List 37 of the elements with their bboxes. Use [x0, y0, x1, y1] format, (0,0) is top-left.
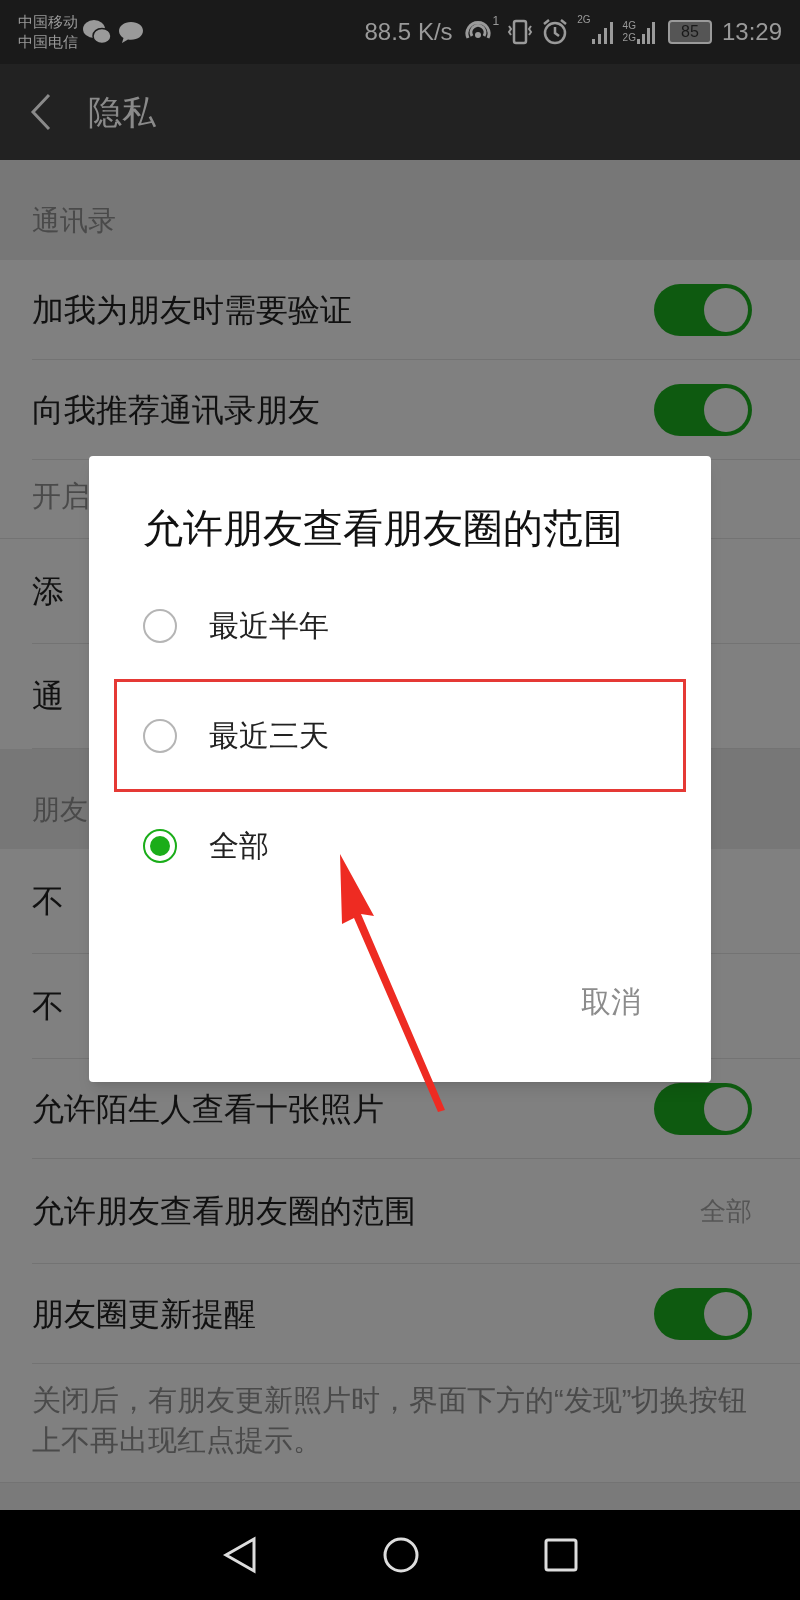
radio-option[interactable]: 全部 — [143, 792, 657, 899]
setting-label: 向我推荐通讯录朋友 — [32, 390, 320, 430]
toggle-switch[interactable] — [654, 383, 752, 436]
toggle-switch[interactable] — [654, 283, 752, 336]
network-type: 4G — [622, 20, 636, 32]
carrier-text: 中国移动 — [18, 12, 78, 32]
setting-label: 不 — [32, 882, 64, 921]
home-nav-icon[interactable] — [382, 1536, 420, 1574]
back-nav-icon[interactable] — [222, 1536, 258, 1574]
signal-icon — [590, 19, 615, 45]
network-speed: 88.5 K/s — [364, 17, 453, 47]
toggle-switch[interactable] — [654, 1287, 752, 1340]
setting-label: 不 — [32, 987, 64, 1026]
radio-option[interactable]: 最近三天 — [143, 682, 657, 789]
clock-time: 13:29 — [721, 17, 782, 47]
sim-number: 1 — [492, 13, 500, 30]
radio-button[interactable] — [143, 828, 177, 863]
recents-nav-icon[interactable] — [544, 1538, 578, 1572]
setting-label: 添 — [32, 572, 64, 611]
setting-label: 通 — [32, 677, 64, 716]
signal-icon — [635, 19, 656, 45]
toggle-switch[interactable] — [654, 1082, 752, 1135]
back-icon[interactable] — [30, 93, 52, 131]
radio-button[interactable] — [143, 608, 177, 643]
setting-label: 允许陌生人查看十张照片 — [32, 1089, 384, 1129]
carrier-text: 中国电信 — [18, 32, 78, 52]
radio-option[interactable]: 最近半年 — [143, 572, 657, 679]
setting-label: 朋友圈更新提醒 — [32, 1294, 256, 1334]
page-title: 隐私 — [88, 91, 156, 133]
setting-label: 加我为朋友时需要验证 — [32, 290, 352, 330]
wechat-icon — [82, 19, 112, 45]
radio-button[interactable] — [143, 718, 177, 753]
message-icon — [118, 20, 144, 44]
network-type: 2G — [577, 13, 591, 27]
dialog-title: 允许朋友查看朋友圈的范围 — [143, 505, 623, 552]
battery-indicator: 85 — [667, 20, 712, 44]
network-type: 2G — [622, 32, 636, 44]
